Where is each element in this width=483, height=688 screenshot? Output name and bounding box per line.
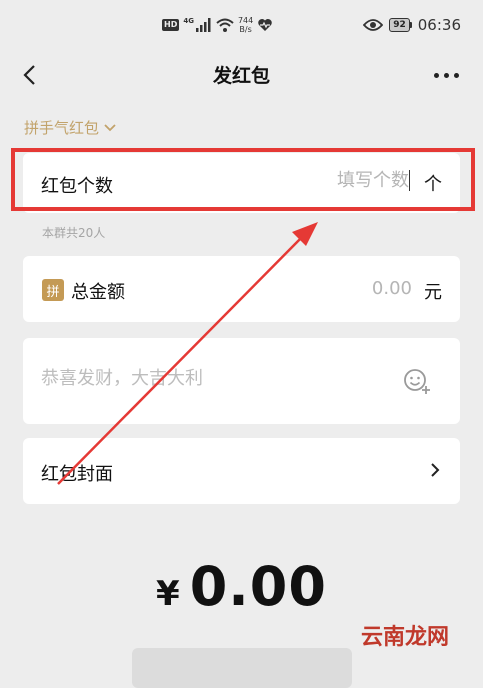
send-packet-button[interactable]: [132, 648, 352, 688]
status-bar-left: HD 4G 744 B/s: [162, 14, 273, 36]
currency-symbol: ¥: [156, 574, 180, 614]
total-amount-unit: 元: [424, 282, 442, 303]
packet-type-selector[interactable]: 拼手气红包: [24, 117, 117, 138]
page-title: 发红包: [212, 65, 270, 87]
more-dot: [453, 72, 459, 78]
more-icon: [433, 72, 459, 78]
eye-icon: [363, 19, 384, 31]
wifi-icon: [216, 18, 234, 32]
speed-unit: B/s: [239, 25, 252, 34]
clock: 06:36: [417, 16, 461, 34]
heart-icon: [258, 19, 272, 31]
annotation-highlight-box: [11, 148, 475, 211]
battery-level: 92: [389, 18, 410, 32]
group-member-hint: 本群共20人: [42, 226, 106, 240]
more-button[interactable]: [429, 60, 463, 90]
packet-type-label: 拼手气红包: [24, 119, 100, 137]
network-speed: 744 B/s: [238, 16, 253, 34]
more-dot: [443, 72, 449, 78]
more-dot: [433, 72, 439, 78]
lucky-draw-badge: 拼: [42, 279, 64, 301]
speed-value: 744: [237, 16, 254, 25]
status-bar-right: 92 06:36: [363, 14, 461, 36]
hd-badge: HD: [162, 19, 180, 31]
total-amount-card: 拼 总金额 元: [23, 256, 460, 322]
emoji-button[interactable]: [402, 366, 432, 396]
signal-icon: [195, 18, 211, 32]
greeting-card: [23, 338, 460, 424]
total-value: 0.00: [189, 555, 327, 618]
greeting-input[interactable]: [41, 368, 381, 389]
battery: 92: [389, 18, 412, 32]
chevron-down-icon: [104, 123, 116, 131]
packet-cover-row[interactable]: 红包封面: [23, 438, 460, 504]
status-bar: HD 4G 744 B/s 92 06:36: [0, 0, 483, 50]
chevron-right-icon: [431, 463, 440, 477]
emoji-add-icon: [404, 369, 430, 394]
total-display: ¥ 0.00: [0, 555, 483, 618]
total-amount-label: 总金额: [71, 282, 125, 303]
packet-cover-label: 红包封面: [41, 464, 113, 485]
network-type: 4G: [183, 17, 194, 25]
watermark: 云南龙网: [360, 625, 449, 650]
total-amount-input[interactable]: [292, 278, 412, 299]
battery-tip: [409, 22, 412, 28]
